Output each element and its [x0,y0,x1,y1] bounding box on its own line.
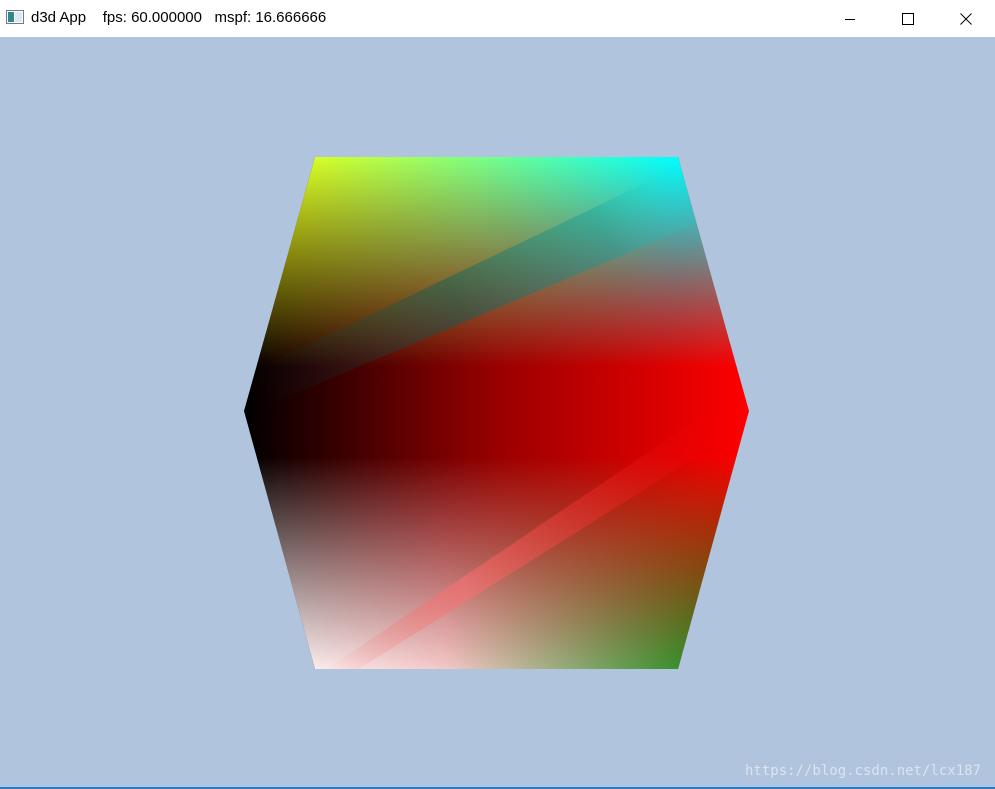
d3d-app-window: d3d App fps: 60.000000 mspf: 16.666666 h… [0,0,995,789]
maximize-button[interactable] [879,0,937,37]
title-bar[interactable]: d3d App fps: 60.000000 mspf: 16.666666 [0,0,995,37]
minimize-icon [845,18,855,20]
color-cube [244,157,749,669]
minimize-button[interactable] [821,0,879,37]
maximize-icon [902,12,914,25]
render-viewport[interactable]: https://blog.csdn.net/lcx187 [0,37,995,787]
window-title: d3d App fps: 60.000000 mspf: 16.666666 [31,9,327,26]
close-button[interactable] [937,0,995,37]
close-icon [960,12,972,25]
watermark-text: https://blog.csdn.net/lcx187 [744,763,981,779]
application-icon [6,10,24,24]
